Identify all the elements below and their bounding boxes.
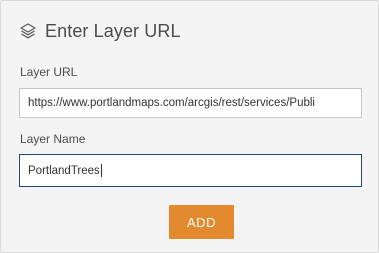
layers-icon [19,22,37,40]
layer-name-label: Layer Name [20,132,86,146]
panel-header: Enter Layer URL [19,19,181,43]
enter-layer-url-panel: Enter Layer URL Layer URL https://www.po… [0,0,379,253]
text-caret [100,164,102,177]
layer-url-label: Layer URL [20,65,78,79]
layer-url-input[interactable]: https://www.portlandmaps.com/arcgis/rest… [19,88,362,118]
layer-url-value: https://www.portlandmaps.com/arcgis/rest… [28,97,315,109]
layer-name-input[interactable]: PortlandTrees [19,154,362,187]
add-button[interactable]: ADD [169,205,234,239]
layer-name-value: PortlandTrees [28,164,100,177]
panel-title: Enter Layer URL [45,20,181,41]
